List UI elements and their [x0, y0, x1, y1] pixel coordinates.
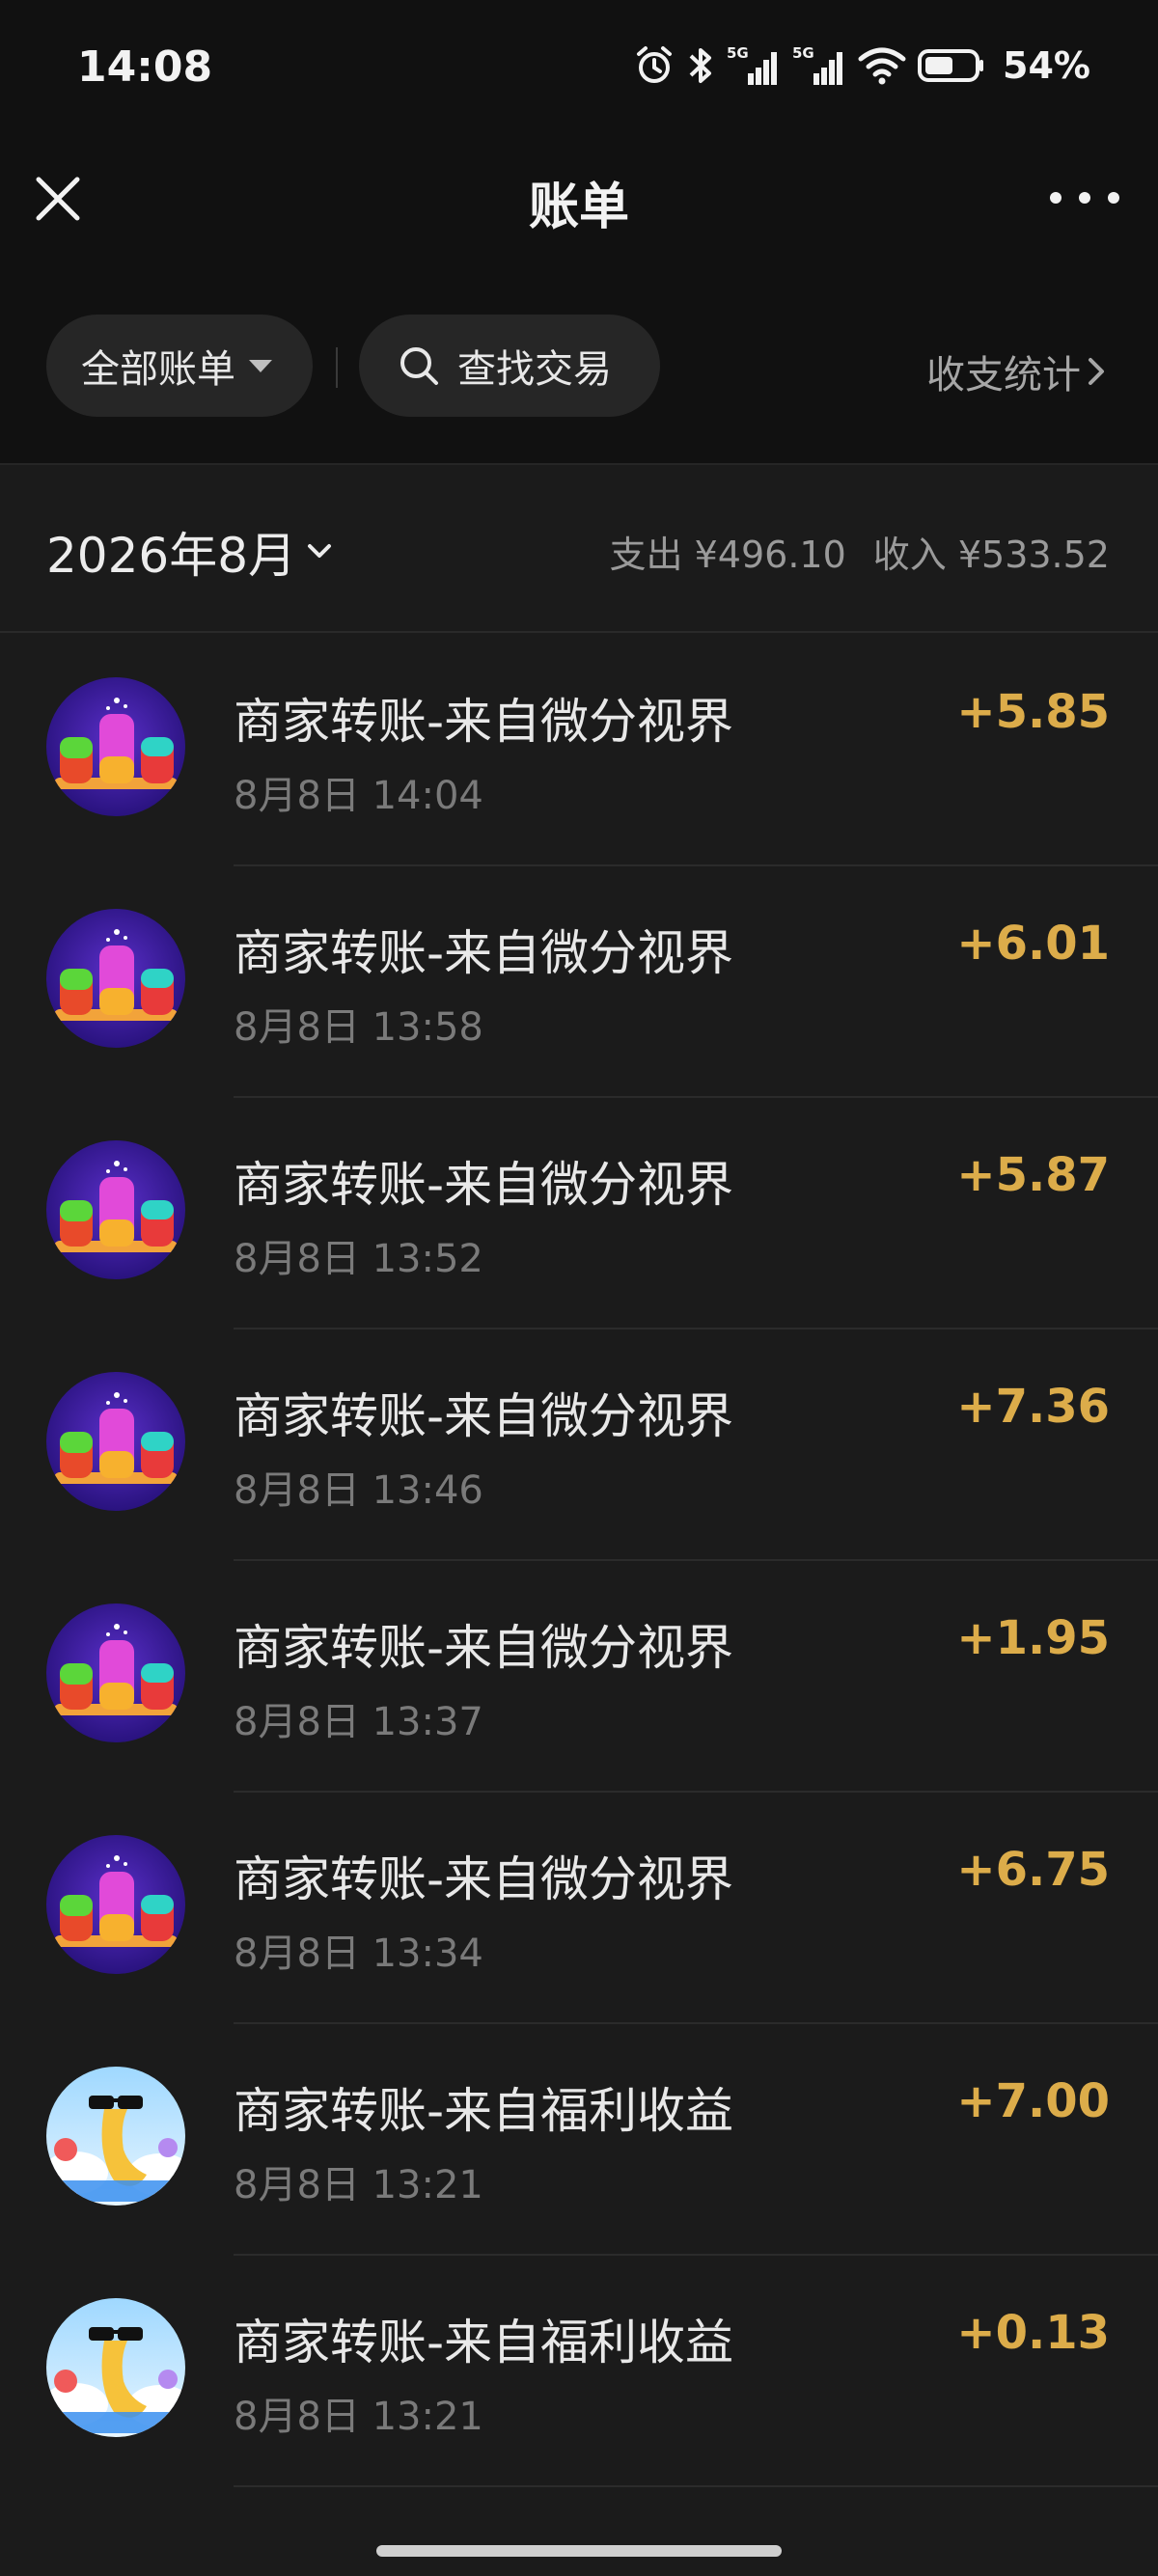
nav-bar: 账单 [0, 145, 1158, 251]
transaction-title: 商家转账-来自微分视界 [234, 925, 734, 981]
chevron-down-icon [308, 544, 332, 558]
transaction-list: 商家转账-来自微分视界 8月8日 14:04 +5.85 商家转账-来自微分视界… [0, 635, 1158, 2487]
income-expense-stats-link[interactable]: 收支统计 [926, 343, 1110, 399]
month-selector[interactable]: 2026年8月 [46, 517, 343, 587]
transaction-amount: +6.01 [956, 917, 1110, 971]
close-button[interactable] [33, 174, 83, 224]
signal-5g-icon: 5G [792, 44, 843, 85]
status-time: 14:08 [77, 42, 213, 92]
chip-divider [336, 347, 338, 388]
bottles-avatar [46, 1140, 185, 1279]
bottles-avatar [46, 909, 185, 1048]
transaction-title: 商家转账-来自微分视界 [234, 1157, 734, 1213]
transaction-time: 8月8日 13:37 [234, 1700, 483, 1744]
bottles-avatar [46, 1603, 185, 1742]
transaction-amount: +7.36 [956, 1380, 1110, 1434]
transaction-row[interactable]: 商家转账-来自微分视界 8月8日 13:34 +6.75 [0, 1793, 1158, 2024]
home-indicator[interactable] [376, 2545, 782, 2557]
month-label: 2026年8月 [46, 528, 297, 584]
page-title: 账单 [528, 178, 629, 236]
more-icon [1050, 192, 1062, 204]
transaction-amount: +5.85 [956, 685, 1110, 739]
battery-icon [918, 49, 984, 82]
bottles-avatar [46, 1835, 185, 1974]
transaction-time: 8月8日 13:21 [234, 2395, 483, 2439]
signal-5g-icon: 5G [727, 44, 778, 85]
month-totals: 支出 ¥496.10 收入 ¥533.52 [610, 525, 1110, 578]
month-summary-bar: 2026年8月 支出 ¥496.10 收入 ¥533.52 [0, 467, 1158, 633]
chevron-right-icon [1089, 358, 1104, 385]
all-bills-label: 全部账单 [81, 347, 235, 392]
transaction-title: 商家转账-来自微分视界 [234, 1620, 734, 1676]
transaction-time: 8月8日 13:46 [234, 1468, 483, 1513]
expense-total: 支出 ¥496.10 [609, 534, 846, 576]
search-label: 查找交易 [457, 347, 612, 392]
close-icon [36, 177, 80, 221]
transaction-row[interactable]: 商家转账-来自福利收益 8月8日 13:21 +0.13 [0, 2256, 1158, 2487]
transaction-time: 8月8日 13:52 [234, 1237, 483, 1281]
transaction-row[interactable]: 商家转账-来自微分视界 8月8日 13:46 +7.36 [0, 1329, 1158, 1561]
filter-bar: 全部账单 查找交易 收支统计 [0, 251, 1158, 465]
transaction-row[interactable]: 商家转账-来自微分视界 8月8日 13:52 +5.87 [0, 1098, 1158, 1329]
transaction-time: 8月8日 13:21 [234, 2163, 483, 2207]
bottles-avatar [46, 1372, 185, 1511]
svg-text:5G: 5G [727, 44, 749, 62]
transaction-amount: +7.00 [956, 2074, 1110, 2128]
income-total: 收入 ¥533.52 [872, 534, 1110, 576]
transaction-title: 商家转账-来自微分视界 [234, 1388, 734, 1444]
transaction-amount: +1.95 [956, 1611, 1110, 1665]
stats-label: 收支统计 [926, 353, 1081, 397]
transaction-row[interactable]: 商家转账-来自微分视界 8月8日 13:58 +6.01 [0, 866, 1158, 1098]
transaction-amount: +5.87 [956, 1148, 1110, 1202]
caret-down-icon [249, 359, 272, 372]
transaction-title: 商家转账-来自福利收益 [234, 2315, 734, 2370]
transaction-title: 商家转账-来自微分视界 [234, 694, 734, 750]
more-button[interactable] [1050, 178, 1119, 217]
wifi-icon [858, 47, 906, 85]
all-bills-dropdown[interactable]: 全部账单 [46, 315, 313, 417]
search-icon [400, 347, 438, 385]
transaction-row[interactable]: 商家转账-来自微分视界 8月8日 13:37 +1.95 [0, 1561, 1158, 1793]
status-bar: 14:08 5G 5G 54% [0, 0, 1158, 145]
cartoon-avatar [46, 2067, 185, 2206]
transaction-time: 8月8日 13:58 [234, 1005, 483, 1050]
transaction-amount: +0.13 [956, 2306, 1110, 2360]
bluetooth-icon [689, 48, 712, 83]
transaction-time: 8月8日 14:04 [234, 774, 483, 818]
transaction-amount: +6.75 [956, 1843, 1110, 1897]
alarm-icon [637, 46, 673, 83]
transaction-time: 8月8日 13:34 [234, 1932, 483, 1976]
bottles-avatar [46, 677, 185, 816]
row-divider [234, 2485, 1158, 2487]
status-icons: 5G 5G 54% [634, 44, 1090, 87]
transaction-row[interactable]: 商家转账-来自微分视界 8月8日 14:04 +5.85 [0, 635, 1158, 866]
transaction-title: 商家转账-来自微分视界 [234, 1851, 734, 1907]
battery-percentage: 54% [1003, 44, 1090, 87]
cartoon-avatar [46, 2298, 185, 2437]
search-transactions-button[interactable]: 查找交易 [359, 315, 660, 417]
transaction-title: 商家转账-来自福利收益 [234, 2083, 734, 2139]
svg-text:5G: 5G [792, 44, 814, 62]
transaction-row[interactable]: 商家转账-来自福利收益 8月8日 13:21 +7.00 [0, 2024, 1158, 2256]
